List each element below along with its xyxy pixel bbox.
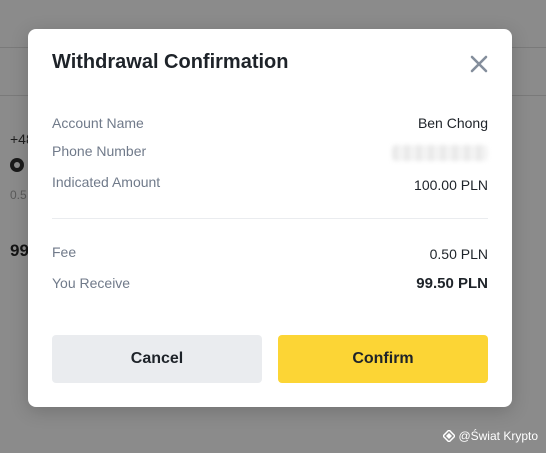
phone-number-redacted — [392, 145, 488, 161]
indicated-amount-value: 100.00 PLN — [414, 177, 488, 193]
detail-row-indicated-amount: Indicated Amount 100.00 PLN — [52, 174, 488, 194]
background-partial-amount: 99 — [10, 241, 29, 260]
account-name-value: Ben Chong — [417, 115, 488, 131]
you-receive-label: You Receive — [52, 275, 131, 291]
detail-row-phone-number: Phone Number — [52, 143, 488, 163]
close-icon[interactable] — [468, 53, 490, 75]
diamond-logo-icon — [443, 430, 456, 442]
watermark-text: @Świat Krypto — [458, 429, 538, 443]
background-status-icon — [10, 158, 24, 172]
withdrawal-confirmation-dialog: Withdrawal Confirmation Account Name Ben… — [28, 29, 512, 407]
summary-row-you-receive: You Receive 99.50 PLN — [52, 275, 488, 295]
phone-number-label: Phone Number — [52, 143, 147, 159]
detail-row-account-name: Account Name Ben Chong — [52, 115, 488, 135]
fee-value: 0.50 PLN — [429, 246, 488, 262]
fee-label: Fee — [52, 244, 77, 260]
summary-row-fee: Fee 0.50 PLN — [52, 244, 488, 264]
account-name-label: Account Name — [52, 115, 144, 131]
you-receive-value: 99.50 PLN — [416, 275, 488, 292]
indicated-amount-label: Indicated Amount — [52, 174, 161, 190]
cancel-button[interactable]: Cancel — [52, 335, 262, 383]
watermark: @Świat Krypto — [443, 429, 538, 443]
dialog-title: Withdrawal Confirmation — [52, 51, 289, 73]
confirm-button[interactable]: Confirm — [278, 335, 488, 383]
background-partial-value: 0.5 — [10, 188, 27, 202]
section-divider — [52, 218, 488, 219]
